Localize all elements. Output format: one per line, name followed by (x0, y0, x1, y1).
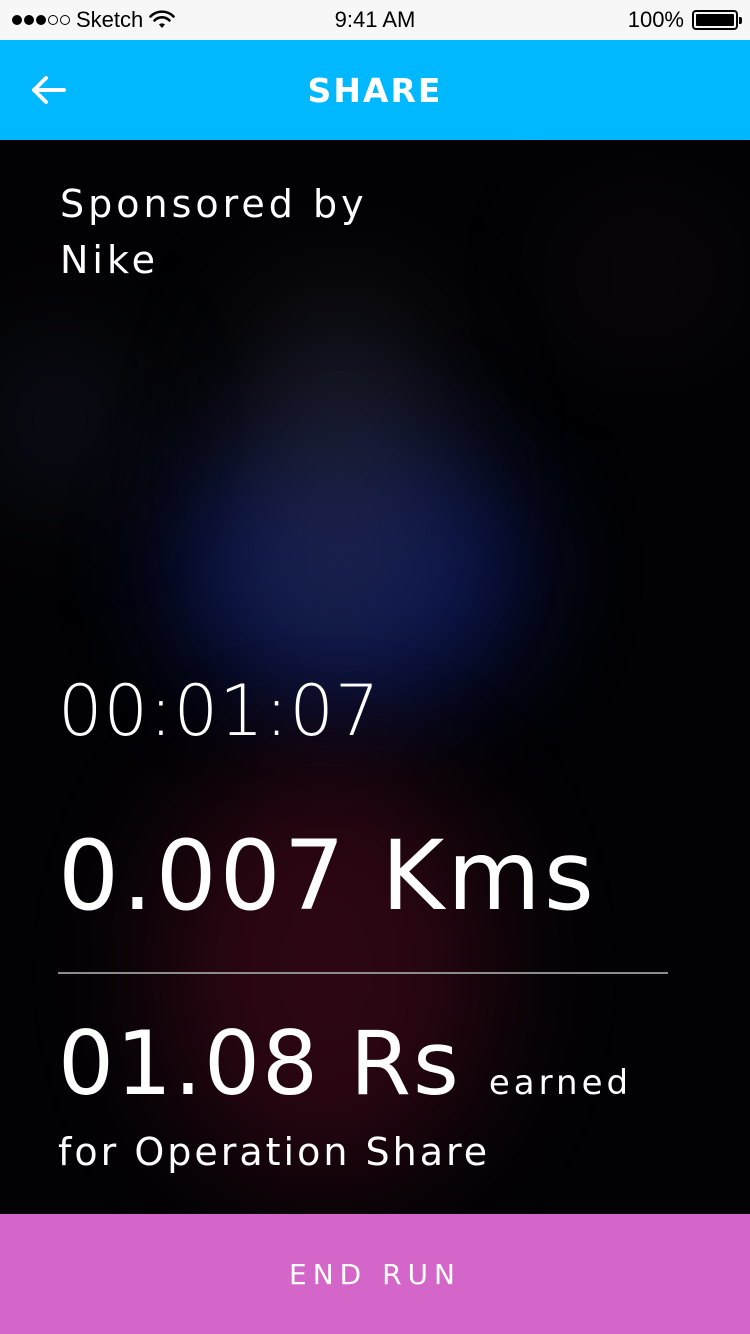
end-run-button[interactable]: END RUN (0, 1214, 750, 1334)
back-button[interactable] (28, 70, 68, 110)
share-screen: Sketch 9:41 AM 100% SHARE Sponsored by N… (0, 0, 750, 1334)
status-bar: Sketch 9:41 AM 100% (0, 0, 750, 40)
divider (58, 972, 668, 974)
sponsor-block: Sponsored by Nike (60, 176, 368, 288)
battery-icon (692, 10, 742, 30)
run-distance: 0.007 Kms (58, 820, 597, 932)
run-timer: 00:01:07 (58, 670, 381, 752)
wifi-icon (149, 10, 176, 28)
carrier-name: Sketch (76, 7, 144, 32)
run-summary: Sponsored by Nike 00:01:07 0.007 Kms 01.… (0, 140, 750, 1214)
nav-bar: SHARE (0, 40, 750, 140)
arrow-left-icon (32, 76, 66, 104)
status-left: Sketch (12, 7, 176, 33)
earned-label: earned (488, 1063, 633, 1103)
earned-amount: 01.08 Rs (58, 1012, 461, 1115)
status-right: 100% (627, 7, 742, 33)
cause-label: for Operation Share (58, 1130, 491, 1174)
earned-row: 01.08 Rs earned (58, 1012, 632, 1115)
page-title: SHARE (307, 70, 443, 110)
battery-percent: 100% (627, 7, 684, 32)
sponsor-label: Sponsored by (60, 182, 368, 226)
signal-strength-icon (12, 15, 70, 25)
sponsor-name: Nike (60, 238, 160, 282)
